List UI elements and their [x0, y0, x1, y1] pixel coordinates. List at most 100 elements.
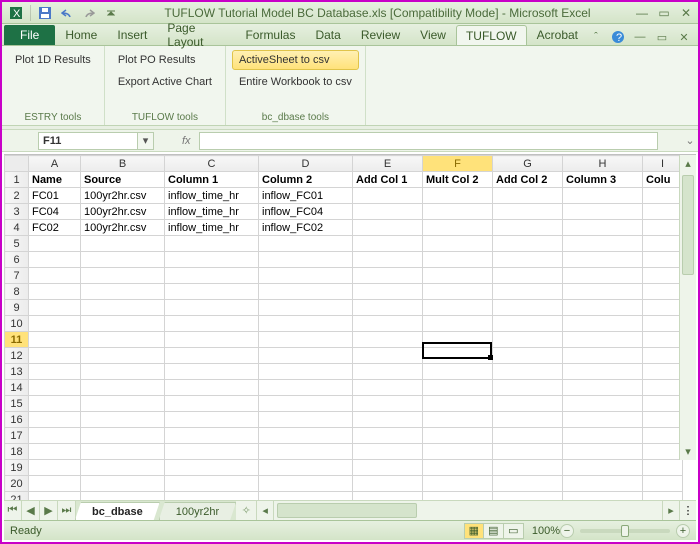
cell[interactable]: inflow_time_hr — [165, 188, 259, 204]
cell[interactable] — [81, 460, 165, 476]
cell[interactable] — [353, 236, 423, 252]
cell[interactable] — [423, 332, 493, 348]
cell[interactable]: inflow_time_hr — [165, 220, 259, 236]
cell[interactable]: inflow_FC02 — [259, 220, 353, 236]
row-header[interactable]: 14 — [5, 380, 29, 396]
cell[interactable] — [493, 188, 563, 204]
cell[interactable] — [643, 348, 683, 364]
cell[interactable] — [353, 332, 423, 348]
cell[interactable] — [493, 332, 563, 348]
cell[interactable] — [81, 412, 165, 428]
row-header[interactable]: 19 — [5, 460, 29, 476]
scroll-down-icon[interactable]: ▾ — [680, 443, 696, 460]
cell[interactable] — [259, 412, 353, 428]
cell[interactable] — [29, 284, 81, 300]
cell[interactable] — [259, 460, 353, 476]
cell[interactable] — [81, 396, 165, 412]
cell[interactable] — [353, 412, 423, 428]
cell[interactable] — [423, 444, 493, 460]
cell[interactable] — [563, 348, 643, 364]
row-header[interactable]: 6 — [5, 252, 29, 268]
cell[interactable] — [493, 428, 563, 444]
tab-next-icon[interactable]: ▶ — [40, 501, 58, 520]
cell[interactable] — [29, 428, 81, 444]
cell[interactable] — [353, 284, 423, 300]
select-all-corner[interactable] — [5, 156, 29, 172]
cell[interactable]: Add Col 1 — [353, 172, 423, 188]
cell[interactable] — [353, 460, 423, 476]
cell[interactable] — [563, 316, 643, 332]
tab-data[interactable]: Data — [305, 25, 350, 45]
cell[interactable] — [165, 476, 259, 492]
cell[interactable] — [643, 476, 683, 492]
row-header[interactable]: 11 — [5, 332, 29, 348]
cell[interactable] — [423, 492, 493, 501]
row-header[interactable]: 5 — [5, 236, 29, 252]
cell[interactable] — [423, 476, 493, 492]
cell[interactable] — [493, 476, 563, 492]
cell[interactable]: Name — [29, 172, 81, 188]
cell[interactable] — [29, 396, 81, 412]
tab-view[interactable]: View — [410, 25, 456, 45]
cell[interactable] — [643, 284, 683, 300]
cell[interactable] — [493, 364, 563, 380]
cell[interactable] — [423, 348, 493, 364]
cell[interactable] — [423, 364, 493, 380]
zoom-thumb[interactable] — [621, 525, 629, 537]
cell[interactable]: 100yr2hr.csv — [81, 220, 165, 236]
window-restore-icon[interactable]: ▭ — [654, 29, 670, 45]
cell[interactable] — [563, 364, 643, 380]
scroll-thumb[interactable] — [682, 175, 694, 275]
cell[interactable] — [643, 492, 683, 501]
cell[interactable]: Column 3 — [563, 172, 643, 188]
undo-icon[interactable] — [57, 4, 77, 22]
cell[interactable] — [81, 492, 165, 501]
cell[interactable] — [165, 332, 259, 348]
cell[interactable] — [165, 300, 259, 316]
cell[interactable] — [165, 284, 259, 300]
column-header[interactable]: D — [259, 156, 353, 172]
cell[interactable] — [563, 284, 643, 300]
cell[interactable] — [423, 252, 493, 268]
cell[interactable] — [259, 300, 353, 316]
row-header[interactable]: 13 — [5, 364, 29, 380]
cell[interactable] — [259, 316, 353, 332]
cell[interactable] — [353, 252, 423, 268]
cell[interactable] — [563, 428, 643, 444]
cell[interactable] — [493, 412, 563, 428]
cell[interactable] — [29, 460, 81, 476]
cell[interactable]: Add Col 2 — [493, 172, 563, 188]
save-icon[interactable] — [35, 4, 55, 22]
cell[interactable] — [259, 492, 353, 501]
cell[interactable]: 100yr2hr.csv — [81, 204, 165, 220]
restore-icon[interactable]: ▭ — [656, 6, 672, 20]
cell[interactable] — [165, 396, 259, 412]
cell[interactable] — [643, 316, 683, 332]
export-active-chart-button[interactable]: Export Active Chart — [111, 72, 219, 92]
cell[interactable] — [643, 412, 683, 428]
cell[interactable] — [563, 204, 643, 220]
cell[interactable]: Source — [81, 172, 165, 188]
scroll-right-icon[interactable]: ▸ — [662, 501, 679, 520]
cell[interactable] — [353, 300, 423, 316]
row-header[interactable]: 17 — [5, 428, 29, 444]
cell[interactable] — [81, 348, 165, 364]
cell[interactable] — [29, 444, 81, 460]
cell[interactable] — [29, 268, 81, 284]
cell[interactable] — [563, 268, 643, 284]
row-header[interactable]: 21 — [5, 492, 29, 501]
tab-formulas[interactable]: Formulas — [235, 25, 305, 45]
cell[interactable] — [643, 380, 683, 396]
cell[interactable] — [81, 284, 165, 300]
cell[interactable] — [81, 300, 165, 316]
cell[interactable] — [493, 204, 563, 220]
window-minimize-icon[interactable]: ― — [632, 29, 648, 45]
plot-1d-results-button[interactable]: Plot 1D Results — [8, 50, 98, 70]
cell[interactable] — [563, 492, 643, 501]
cell[interactable] — [165, 412, 259, 428]
column-header[interactable]: H — [563, 156, 643, 172]
cell[interactable] — [29, 252, 81, 268]
cell[interactable]: inflow_time_hr — [165, 204, 259, 220]
row-header[interactable]: 9 — [5, 300, 29, 316]
grid[interactable]: ABCDEFGHI1NameSourceColumn 1Column 2Add … — [4, 154, 696, 500]
